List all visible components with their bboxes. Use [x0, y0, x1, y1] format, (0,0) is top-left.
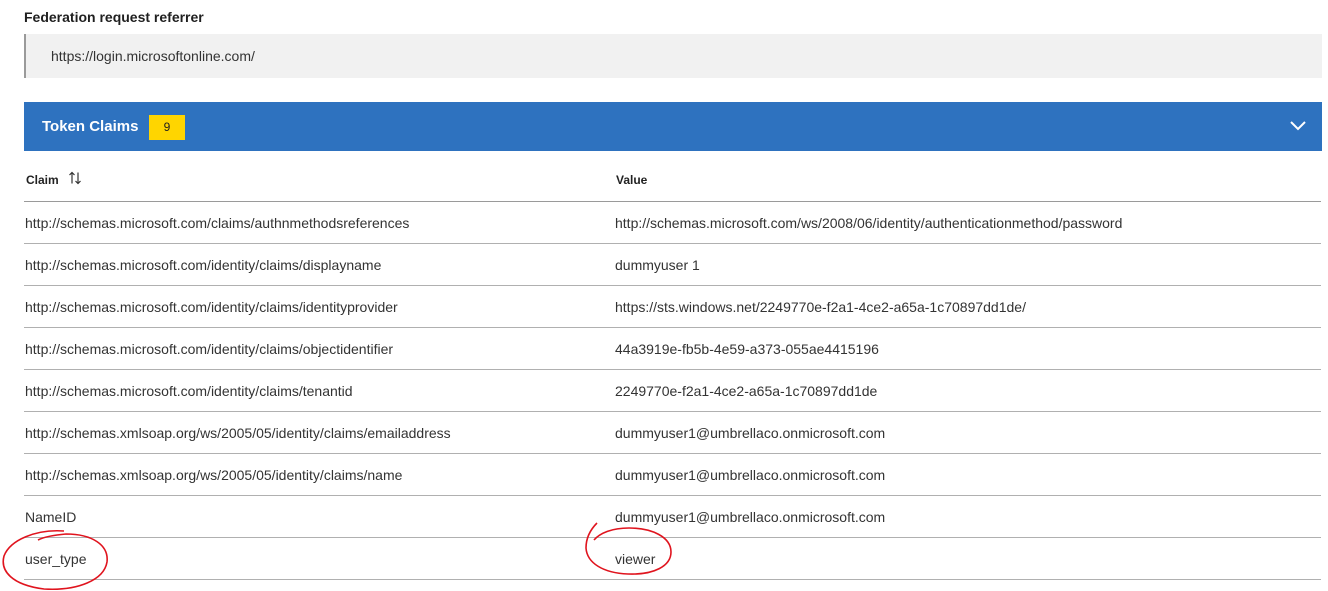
token-details-page: Federation request referrer https://logi… — [0, 0, 1328, 591]
value-cell: 44a3919e-fb5b-4e59-a373-055ae4415196 — [615, 341, 879, 357]
claim-cell: http://schemas.microsoft.com/identity/cl… — [25, 257, 382, 273]
table-row: http://schemas.microsoft.com/identity/cl… — [24, 370, 1321, 412]
chevron-down-icon[interactable] — [1288, 117, 1308, 135]
claim-cell: http://schemas.microsoft.com/identity/cl… — [25, 383, 353, 399]
claim-cell: http://schemas.xmlsoap.org/ws/2005/05/id… — [25, 425, 451, 441]
value-cell: dummyuser1@umbrellaco.onmicrosoft.com — [615, 509, 886, 525]
claim-cell: http://schemas.microsoft.com/claims/auth… — [25, 215, 410, 231]
token-claims-header[interactable]: Token Claims 9 — [24, 102, 1322, 151]
table-row: http://schemas.xmlsoap.org/ws/2005/05/id… — [24, 454, 1321, 496]
value-cell: 2249770e-f2a1-4ce2-a65a-1c70897dd1de — [615, 383, 878, 399]
table-row: http://schemas.microsoft.com/identity/cl… — [24, 244, 1321, 286]
claims-count-badge: 9 — [149, 115, 185, 140]
value-column-header: Value — [616, 173, 648, 187]
value-cell: dummyuser1@umbrellaco.onmicrosoft.com — [615, 425, 886, 441]
referrer-label: Federation request referrer — [24, 9, 204, 25]
claim-column-header[interactable]: Claim — [26, 171, 82, 188]
table-row: http://schemas.microsoft.com/identity/cl… — [24, 286, 1321, 328]
claim-column-label: Claim — [26, 173, 59, 187]
table-row: NameID dummyuser1@umbrellaco.onmicrosoft… — [24, 496, 1321, 538]
table-row: http://schemas.microsoft.com/claims/auth… — [24, 202, 1321, 244]
claim-cell: NameID — [25, 509, 77, 525]
value-cell: dummyuser1@umbrellaco.onmicrosoft.com — [615, 467, 886, 483]
table-row: user_type viewer — [24, 538, 1321, 580]
sort-arrows-icon[interactable] — [68, 171, 82, 188]
value-cell: viewer — [615, 551, 656, 567]
claim-cell: user_type — [25, 551, 87, 567]
referrer-field: https://login.microsoftonline.com/ — [24, 34, 1322, 78]
claim-cell: http://schemas.xmlsoap.org/ws/2005/05/id… — [25, 467, 403, 483]
table-header-row: Claim Value — [24, 160, 1321, 202]
value-cell: https://sts.windows.net/2249770e-f2a1-4c… — [615, 299, 1026, 315]
claim-cell: http://schemas.microsoft.com/identity/cl… — [25, 299, 398, 315]
claim-cell: http://schemas.microsoft.com/identity/cl… — [25, 341, 394, 357]
table-row: http://schemas.xmlsoap.org/ws/2005/05/id… — [24, 412, 1321, 454]
table-row: http://schemas.microsoft.com/identity/cl… — [24, 328, 1321, 370]
token-claims-title: Token Claims — [42, 118, 139, 135]
referrer-value: https://login.microsoftonline.com/ — [51, 48, 255, 64]
value-cell: dummyuser 1 — [615, 257, 700, 273]
claims-table: Claim Value http://schemas.microsoft.com… — [24, 160, 1321, 580]
value-cell: http://schemas.microsoft.com/ws/2008/06/… — [615, 215, 1123, 231]
